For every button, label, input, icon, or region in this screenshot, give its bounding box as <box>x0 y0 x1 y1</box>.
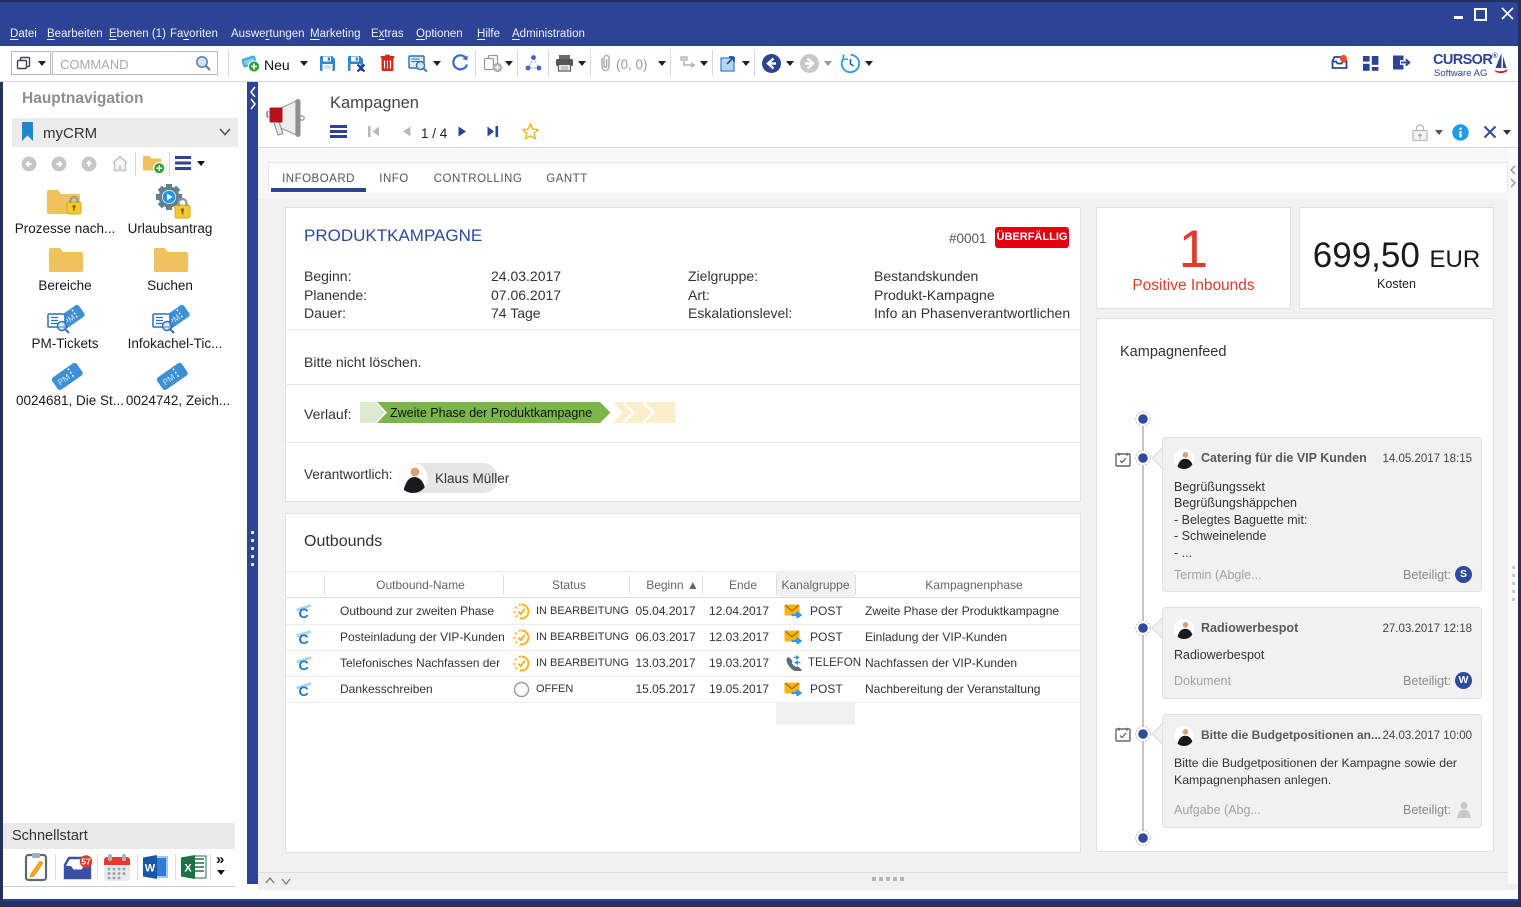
svg-text:57: 57 <box>81 857 91 867</box>
svg-text:W: W <box>145 863 156 875</box>
svg-text:Zweite Phase der Produktkampag: Zweite Phase der Produktkampagne <box>390 406 592 420</box>
svg-text:C: C <box>299 683 309 698</box>
svg-text:C: C <box>299 631 309 646</box>
svg-text:C: C <box>299 657 309 672</box>
svg-text:X: X <box>184 863 192 875</box>
svg-text:C: C <box>299 605 309 620</box>
